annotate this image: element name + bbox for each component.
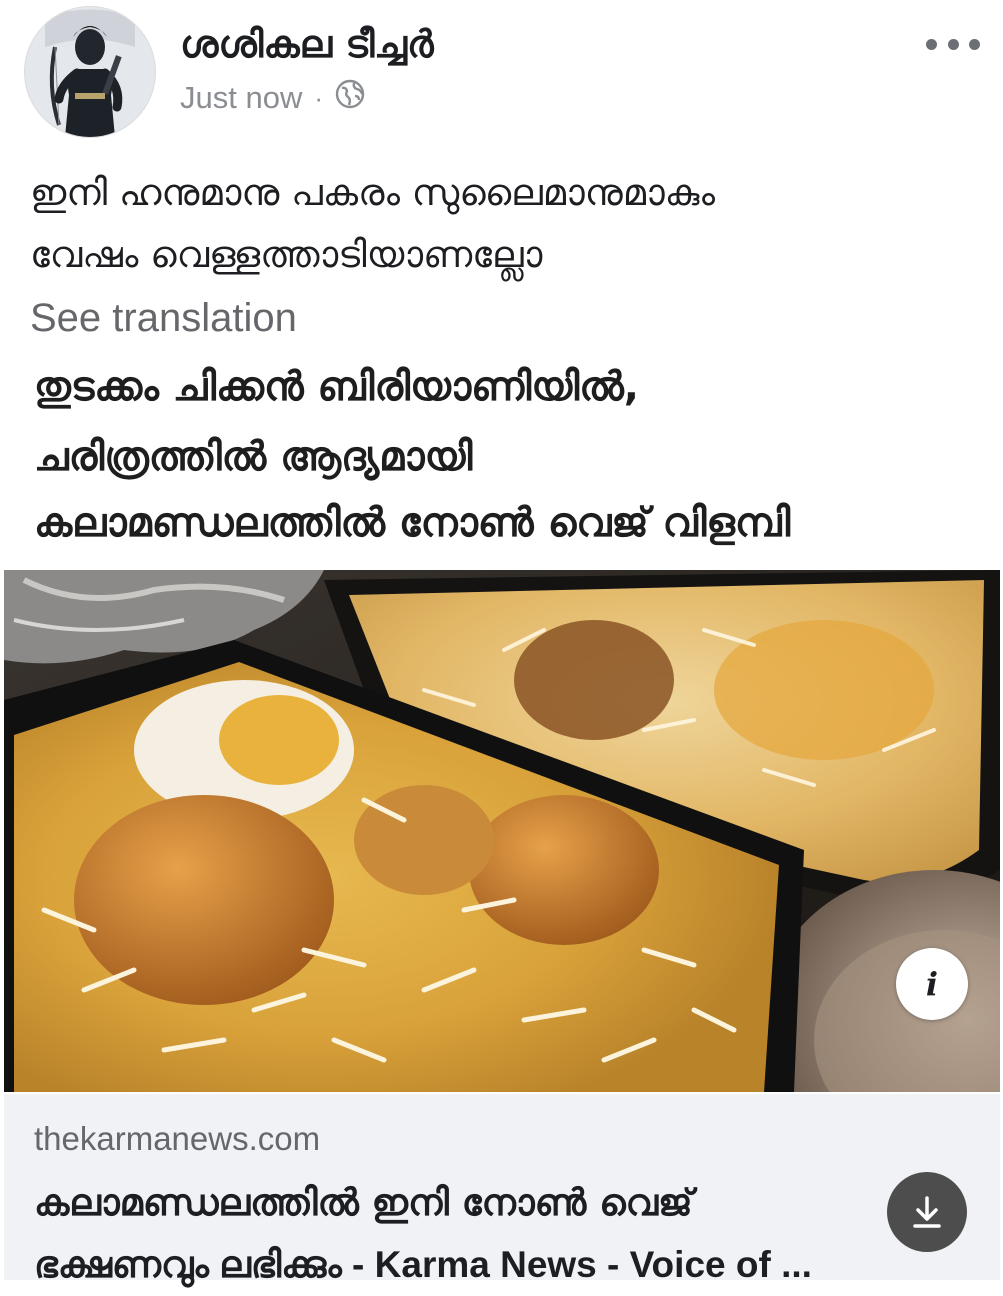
download-icon [913, 1196, 941, 1228]
link-title: കലാമണ്ഡലത്തിൽ ഇനി നോൺ വെജ് ഭക്ഷണവും ലഭിക… [34, 1172, 914, 1296]
post-caption: ഇനി ഹനുമാനു പകരം സുലൈമാനുമാകും വേഷം വെള്… [30, 162, 970, 286]
more-horizontal-icon-dot [926, 38, 937, 50]
caption-line: വേഷം വെള്ളത്താടിയാണല്ലോ [30, 233, 543, 276]
author-name[interactable]: ശശികല ടീച്ചർ [180, 22, 434, 67]
deity-statue-image [25, 7, 155, 137]
info-icon: i [925, 965, 939, 1003]
more-options-button[interactable] [926, 34, 980, 54]
link-title-line: കലാമണ്ഡലത്തിൽ ഇനി നോൺ വെജ് [34, 1181, 693, 1224]
post-header: ശശികല ടീച്ചർ Just now · [0, 0, 1003, 150]
caption-line: ഇനി ഹനുമാനു പകരം സുലൈമാനുമാകും [30, 171, 715, 214]
more-horizontal-icon-dot [947, 38, 959, 50]
meta-separator: · [314, 82, 324, 113]
headline-line: തുടക്കം ചിക്കൻ ബിരിയാണിയിൽ, [34, 364, 640, 410]
download-button[interactable] [887, 1172, 967, 1252]
post-meta: Just now · [180, 78, 365, 118]
globe-icon [335, 79, 365, 117]
headline-line: ചരിത്രത്തിൽ ആദ്യമായി [34, 434, 473, 480]
biryani-photo[interactable] [4, 570, 1000, 1092]
info-button[interactable]: i [896, 948, 968, 1020]
more-horizontal-icon-dot [969, 38, 980, 50]
shared-headline: തുടക്കം ചിക്കൻ ബിരിയാണിയിൽ, ചരിത്രത്തിൽ … [0, 348, 1003, 570]
link-domain: thekarmanews.com [34, 1120, 321, 1157]
headline-line: കലാമണ്ഡലത്തിൽ നോൺ വെജ് വിളമ്പി [34, 500, 791, 546]
link-title-line: ഭക്ഷണവും ലഭിക്കും - Karma News - Voice o… [34, 1244, 812, 1285]
author-avatar[interactable] [24, 6, 156, 138]
see-translation-link[interactable]: See translation [30, 296, 297, 341]
link-preview[interactable]: thekarmanews.com കലാമണ്ഡലത്തിൽ ഇനി നോൺ വ… [4, 1094, 1000, 1285]
post-timestamp[interactable]: Just now [180, 80, 302, 116]
